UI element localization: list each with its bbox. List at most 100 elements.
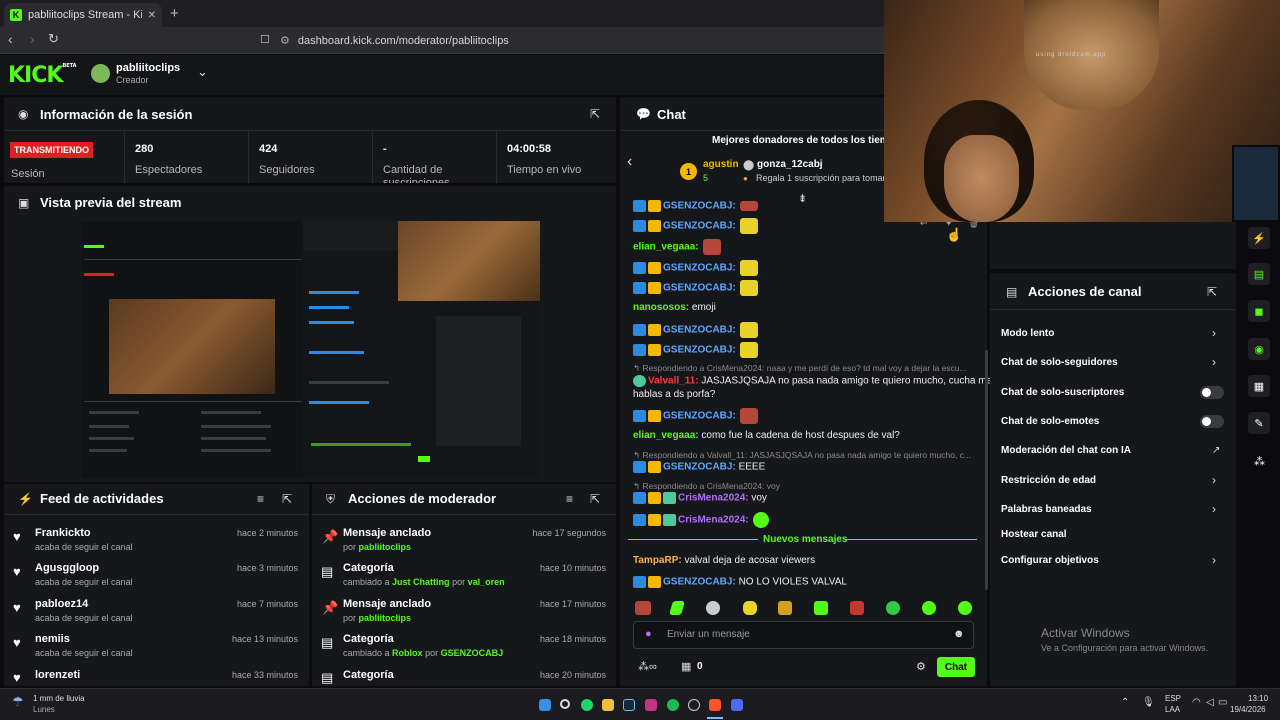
chat-username[interactable]: elian_vegaaa:	[633, 430, 699, 441]
reply-reference[interactable]: ↰ Respondiendo a CrisMena2024: voy	[633, 481, 780, 492]
chevron-right-icon[interactable]: ›	[1212, 326, 1216, 340]
new-messages-label[interactable]: Nuevos mensajes	[763, 534, 848, 545]
external-link-icon[interactable]: ↗	[1212, 445, 1220, 456]
chat-username[interactable]: CrisMena2024:	[678, 493, 749, 504]
emote-quick-icon[interactable]	[886, 601, 900, 615]
start-icon[interactable]	[539, 699, 551, 711]
mod-action-user[interactable]: GSENZOCABJ	[441, 648, 504, 658]
activity-user[interactable]: lorenzeti	[35, 669, 80, 681]
host-channel-item[interactable]: Hostear canal	[1001, 529, 1067, 540]
chat-username[interactable]: GSENZOCABJ:	[663, 283, 736, 294]
url-field[interactable]: ⚙ dashboard.kick.com/moderator/pabliitoc…	[280, 31, 880, 50]
chevron-right-icon[interactable]: ›	[1212, 473, 1216, 487]
popout-icon[interactable]: ⇱	[590, 107, 600, 121]
chat-username[interactable]: GSENZOCABJ:	[663, 577, 736, 588]
chat-username[interactable]: GSENZOCABJ:	[663, 411, 736, 422]
send-chat-button[interactable]: Chat	[937, 657, 975, 677]
channel-switcher-chevron-icon[interactable]: ⌄	[197, 64, 208, 80]
search-icon[interactable]	[560, 699, 570, 709]
chevron-right-icon[interactable]: ›	[1212, 553, 1216, 567]
prev-arrow-icon[interactable]: ‹	[627, 153, 632, 171]
avatar[interactable]	[91, 64, 110, 83]
emote-quick-icon[interactable]	[922, 601, 936, 615]
chat-username[interactable]: CrisMena2024:	[678, 515, 749, 526]
reply-reference[interactable]: ↰ Respondiendo a CrisMena2024: naaa y me…	[633, 363, 967, 374]
reload-icon[interactable]: ↻	[48, 31, 59, 47]
category-sidebar-icon[interactable]: ▦	[1248, 375, 1270, 397]
document-sidebar-icon[interactable]: ▤	[1248, 263, 1270, 285]
filter-icon[interactable]: ≡	[566, 492, 573, 506]
emotes-only-toggle[interactable]	[1200, 415, 1224, 428]
steam-icon[interactable]	[623, 699, 635, 711]
chat-username[interactable]: GSENZOCABJ:	[663, 263, 736, 274]
expand-icon[interactable]: ⇟	[798, 192, 807, 205]
donor2-name[interactable]: gonza_12cabj	[757, 159, 823, 170]
activity-user[interactable]: Frankickto	[35, 527, 91, 539]
whatsapp-icon[interactable]	[581, 699, 593, 711]
chat-username[interactable]: Valvall_11:	[648, 376, 699, 387]
activity-user[interactable]: nemiis	[35, 633, 70, 645]
mod-action-user[interactable]: val_oren	[468, 577, 505, 587]
mod-action-user[interactable]: pabliitoclips	[359, 542, 412, 552]
chat-username[interactable]: elian_vegaaa:	[633, 242, 699, 253]
chat-username[interactable]: GSENZOCABJ:	[663, 221, 736, 232]
popout-icon[interactable]: ⇱	[590, 492, 600, 506]
chat-username[interactable]: GSENZOCABJ:	[663, 325, 736, 336]
banned-words-item[interactable]: Palabras baneadas	[1001, 504, 1092, 515]
back-icon[interactable]: ‹	[8, 31, 13, 47]
emote-quick-icon[interactable]	[814, 601, 828, 615]
weather-text[interactable]: 1 mm de lluvia	[33, 694, 85, 703]
mic-tray-icon[interactable]: 🎙	[1142, 697, 1155, 708]
close-tab-icon[interactable]: ✕	[148, 10, 156, 21]
emoji-icon[interactable]: ☻	[953, 628, 965, 640]
emote-quick-icon[interactable]	[743, 601, 757, 615]
followers-only-item[interactable]: Chat de solo-seguidores	[1001, 357, 1118, 368]
instagram-icon[interactable]	[645, 699, 657, 711]
top-donor-name[interactable]: agustin	[703, 159, 739, 170]
chevron-right-icon[interactable]: ›	[1212, 355, 1216, 369]
site-info-icon[interactable]: ⚙	[280, 34, 290, 47]
app2-icon[interactable]	[731, 699, 743, 711]
chat-username[interactable]: GSENZOCABJ:	[663, 345, 736, 356]
ai-moderation-item[interactable]: Moderación del chat con IA	[1001, 445, 1131, 456]
mod-action-category[interactable]: Just Chatting	[392, 577, 450, 587]
brave-icon[interactable]	[709, 699, 721, 711]
battery-icon[interactable]: ▭	[1218, 697, 1227, 708]
popout-icon[interactable]: ⇱	[282, 492, 292, 506]
folder-icon[interactable]	[602, 699, 614, 711]
broadcast-sidebar-icon[interactable]: ◉	[1248, 338, 1270, 360]
popout-icon[interactable]: ⇱	[1207, 285, 1217, 299]
mic-icon[interactable]: ●	[645, 628, 652, 640]
tray-chevron-icon[interactable]: ⌃	[1121, 697, 1129, 708]
language-code[interactable]: ESP	[1165, 694, 1181, 703]
new-tab-button[interactable]: +	[170, 5, 179, 22]
reply-reference[interactable]: ↰ Respondiendo a Valvall_11: JASJASJQSAJ…	[633, 450, 971, 461]
emote-quick-icon[interactable]	[635, 601, 651, 615]
forward-icon[interactable]: ›	[30, 31, 35, 47]
bolt-sidebar-icon[interactable]: ⚡	[1248, 227, 1270, 249]
gear-icon[interactable]: ⚙	[916, 660, 926, 673]
emote-quick-icon[interactable]	[850, 601, 864, 615]
kick-logo[interactable]: KICKBETA	[8, 63, 77, 88]
slow-mode-item[interactable]: Modo lento	[1001, 328, 1054, 339]
chat-input[interactable]: Enviar un mensaje	[667, 629, 750, 640]
browser-tab[interactable]: K pabliitoclips Stream - Kick Dashb ✕	[4, 3, 162, 27]
subs-only-toggle[interactable]	[1200, 386, 1224, 399]
wrench-sidebar-icon[interactable]: ✎	[1248, 412, 1270, 434]
chat-username[interactable]: GSENZOCABJ:	[663, 462, 736, 473]
age-restriction-item[interactable]: Restricción de edad	[1001, 475, 1096, 486]
community-sidebar-icon[interactable]: ⁂	[1254, 455, 1265, 468]
chat-scrollbar[interactable]	[985, 350, 988, 590]
volume-icon[interactable]: ◁	[1206, 697, 1214, 708]
emote-quick-icon[interactable]	[958, 601, 972, 615]
mod-action-user[interactable]: pabliitoclips	[359, 613, 412, 623]
chat-username[interactable]: GSENZOCABJ:	[663, 201, 736, 212]
app-icon[interactable]	[688, 699, 700, 711]
spotify-icon[interactable]	[667, 699, 679, 711]
stream-preview-video[interactable]	[81, 221, 540, 478]
chat-username[interactable]: nanososos:	[633, 302, 689, 313]
clock-time[interactable]: 13:10	[1248, 694, 1268, 703]
bookmark-icon[interactable]: ☐	[260, 33, 270, 46]
mod-action-category[interactable]: Roblox	[392, 648, 423, 658]
community-icon[interactable]: ⁂∞	[638, 660, 657, 673]
